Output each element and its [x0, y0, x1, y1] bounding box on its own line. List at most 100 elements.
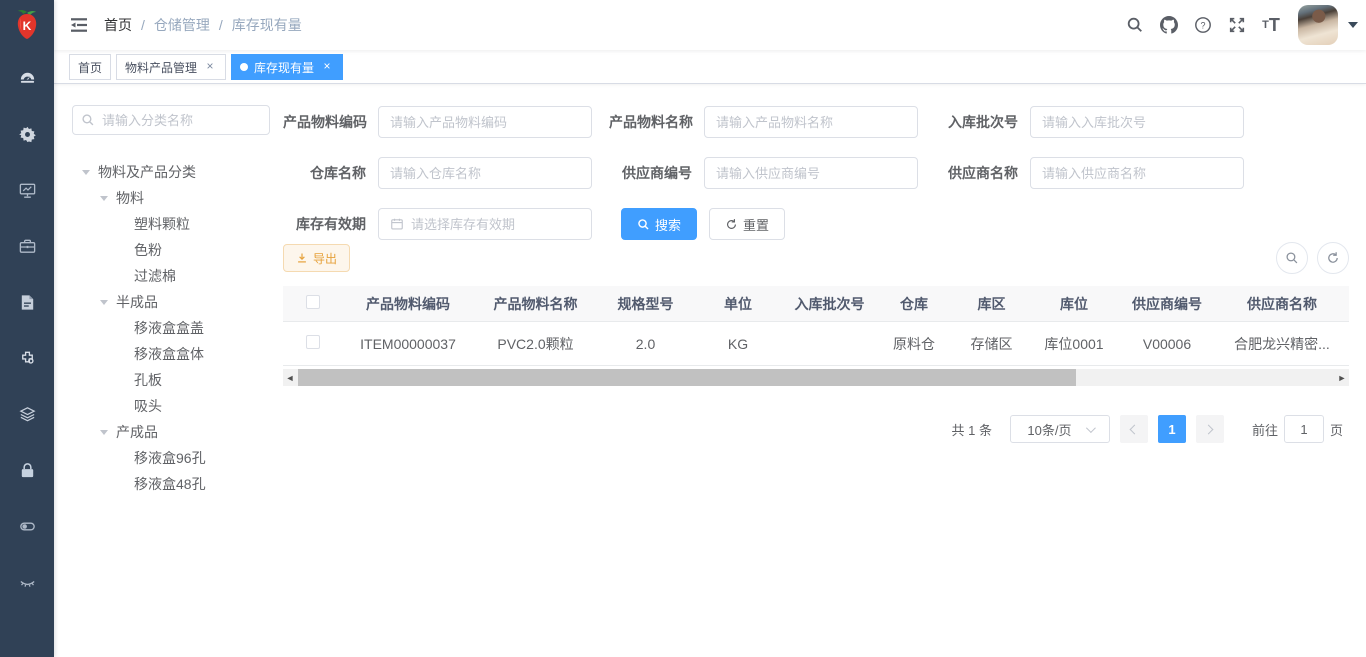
scrollbar-thumb[interactable]	[298, 369, 1076, 386]
breadcrumb-section: 仓储管理	[154, 15, 210, 35]
tree-node-semifinished[interactable]: 半成品	[54, 289, 283, 315]
supplier-code-input[interactable]	[704, 157, 918, 189]
goto-unit: 页	[1330, 420, 1343, 439]
question-circle-icon: ?	[1194, 16, 1212, 34]
column-header: 规格型号	[598, 294, 693, 314]
sidebar-item-eye-off[interactable]	[0, 554, 54, 610]
toggle-search-button[interactable]	[1276, 242, 1308, 274]
item-code-input[interactable]	[378, 106, 592, 138]
row-checkbox[interactable]	[306, 335, 320, 349]
sidebar-item-briefcase[interactable]	[0, 218, 54, 274]
prev-page-button[interactable]	[1120, 415, 1148, 443]
font-size-small-glyph: T	[1262, 19, 1269, 31]
tree-node-leaf[interactable]: 移液盒盒体	[54, 341, 283, 367]
expiry-date-input[interactable]	[411, 217, 580, 232]
page-size-select[interactable]: 10条/页	[1010, 415, 1110, 443]
tree-node-leaf[interactable]: 塑料颗粒	[54, 211, 283, 237]
tree-node-label: 物料及产品分类	[98, 162, 196, 182]
sidebar-item-monitor[interactable]	[0, 162, 54, 218]
tree-node-leaf[interactable]: 移液盒96孔	[54, 445, 283, 471]
sidebar-item-toggle[interactable]	[0, 498, 54, 554]
sidebar-item-plugin[interactable]	[0, 330, 54, 386]
fullscreen-button[interactable]	[1220, 0, 1254, 50]
cell-item-code: ITEM00000037	[343, 336, 473, 352]
sidebar-item-lock[interactable]	[0, 442, 54, 498]
sidebar-item-layers[interactable]	[0, 386, 54, 442]
page-number-button[interactable]: 1	[1158, 415, 1186, 443]
category-search-input[interactable]	[102, 113, 261, 128]
page-size-value: 10条/页	[1027, 420, 1071, 439]
table-row: ITEM00000037 PVC2.0颗粒 2.0 KG 原料仓 存储区 库位0…	[283, 322, 1349, 366]
user-menu[interactable]	[1298, 5, 1358, 45]
column-header: 入库批次号	[783, 294, 876, 314]
refresh-icon	[1326, 251, 1340, 265]
select-all-checkbox[interactable]	[306, 295, 320, 309]
avatar[interactable]	[1298, 5, 1338, 45]
supplier-name-input[interactable]	[1030, 157, 1244, 189]
font-size-button[interactable]: TT	[1254, 0, 1288, 50]
tree-expand-icon[interactable]	[100, 196, 108, 201]
refresh-table-button[interactable]	[1317, 242, 1349, 274]
tab-label: 库存现有量	[254, 59, 314, 76]
search-button-label: 搜索	[655, 215, 681, 234]
icon-sidebar: K	[0, 0, 54, 657]
field-label: 仓库名称	[283, 163, 378, 183]
tree-node-label: 移液盒48孔	[134, 474, 206, 494]
search-icon	[1285, 251, 1299, 265]
tree-node-leaf[interactable]: 孔板	[54, 367, 283, 393]
export-button[interactable]: 导出	[283, 244, 350, 272]
sidebar-item-document[interactable]	[0, 274, 54, 330]
tree-node-label: 移液盒盒盖	[134, 318, 204, 338]
tree-node-leaf[interactable]: 移液盒盒盖	[54, 315, 283, 341]
sidebar-toggle-button[interactable]	[54, 0, 104, 50]
next-page-button[interactable]	[1196, 415, 1224, 443]
fullscreen-icon	[1228, 16, 1246, 34]
tab-inventory-on-hand[interactable]: 库存现有量 ×	[231, 54, 343, 80]
monitor-chart-icon	[18, 181, 37, 200]
tree-node-leaf[interactable]: 移液盒48孔	[54, 471, 283, 497]
breadcrumb-home[interactable]: 首页	[104, 15, 132, 35]
font-size-big-glyph: T	[1269, 15, 1280, 36]
item-name-input[interactable]	[704, 106, 918, 138]
tree-expand-icon[interactable]	[100, 430, 108, 435]
cell-unit: KG	[693, 336, 783, 352]
cell-supplier-code: V00006	[1117, 336, 1217, 352]
row-select-cell	[283, 335, 343, 352]
scroll-right-arrow[interactable]: ►	[1335, 369, 1349, 386]
tab-material-product-mgmt[interactable]: 物料产品管理 ×	[116, 54, 226, 80]
header-search-button[interactable]	[1118, 0, 1152, 50]
tree-expand-icon[interactable]	[100, 300, 108, 305]
tree-node-root[interactable]: 物料及产品分类	[54, 159, 283, 185]
tree-node-materials[interactable]: 物料	[54, 185, 283, 211]
tree-node-finished[interactable]: 产成品	[54, 419, 283, 445]
sidebar-item-dashboard[interactable]	[0, 50, 54, 106]
app-logo[interactable]: K	[0, 0, 54, 50]
tree-node-leaf[interactable]: 过滤棉	[54, 263, 283, 289]
main-panel: 产品物料编码 产品物料名称 入库批次号 仓库名称 供应商编号	[283, 85, 1349, 657]
gear-icon	[18, 125, 37, 144]
close-icon[interactable]: ×	[320, 60, 334, 74]
tree-node-leaf[interactable]: 吸头	[54, 393, 283, 419]
tree-node-leaf[interactable]: 色粉	[54, 237, 283, 263]
sidebar-item-settings[interactable]	[0, 106, 54, 162]
goto-page-input[interactable]	[1284, 415, 1324, 443]
inbound-batch-input[interactable]	[1030, 106, 1244, 138]
close-icon[interactable]: ×	[203, 60, 217, 74]
select-all-cell	[283, 295, 343, 312]
chevron-down-icon	[1085, 423, 1095, 433]
column-header: 供应商名称	[1217, 294, 1347, 314]
column-header: 产品物料名称	[473, 294, 598, 314]
warehouse-name-input[interactable]	[378, 157, 592, 189]
expiry-date-picker[interactable]	[378, 208, 592, 240]
download-icon	[296, 252, 308, 264]
help-button[interactable]: ?	[1186, 0, 1220, 50]
refresh-icon	[725, 218, 738, 231]
scroll-left-arrow[interactable]: ◄	[283, 369, 297, 386]
tree-expand-icon[interactable]	[82, 170, 90, 175]
search-button[interactable]: 搜索	[621, 208, 697, 240]
field-label: 供应商名称	[935, 163, 1030, 183]
github-link-button[interactable]	[1152, 0, 1186, 50]
tab-home[interactable]: 首页	[69, 54, 111, 80]
export-button-label: 导出	[313, 250, 337, 267]
reset-button[interactable]: 重置	[709, 208, 785, 240]
